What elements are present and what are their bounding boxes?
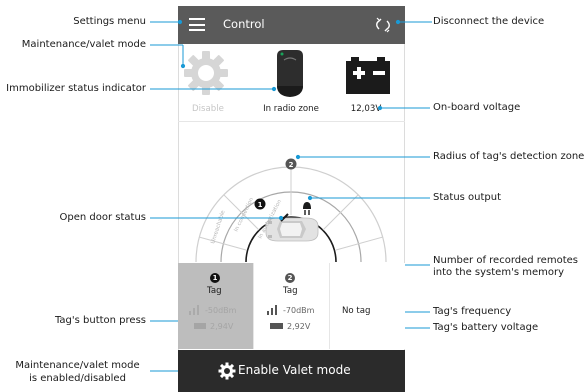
annotation-maintenance-mode: Maintenance/valet mode	[21, 39, 146, 50]
car-icon	[265, 217, 319, 242]
tag2-zone-marker: 2	[285, 158, 297, 170]
annotation-onboard-voltage: On-board voltage	[433, 102, 521, 113]
tag-label: No tag	[342, 306, 371, 316]
annotation-button-press: Tag's button press	[54, 315, 146, 326]
annotation-remotes-2: into the system's memory	[433, 267, 564, 278]
signal-icon	[267, 305, 277, 315]
tag-battery: 2,92V	[287, 322, 311, 331]
tag-number-badge: 2	[285, 273, 295, 283]
tag-cell-3[interactable]: No tag	[329, 263, 405, 349]
annotation-status-output: Status output	[433, 192, 502, 203]
svg-text:2: 2	[289, 161, 294, 169]
annotation-tag-frequency: Tag's frequency	[433, 306, 512, 317]
tag-cell-1[interactable]: 1 Tag -50dBm 2,94V	[178, 263, 253, 349]
tag1-zone-marker: 1	[254, 198, 266, 210]
annotation-valet-toggle-2: is enabled/disabled	[29, 373, 126, 384]
gear-icon	[218, 362, 236, 380]
signal-icon	[189, 305, 199, 315]
status-output-icon	[303, 202, 311, 215]
tag-frequency: -70dBm	[283, 306, 315, 315]
enable-valet-bar[interactable]: Enable Valet mode	[178, 350, 405, 392]
tag-cell-2[interactable]: 2 Tag -70dBm 2,92V	[253, 263, 329, 349]
annotation-settings-menu: Settings menu	[73, 16, 146, 27]
tag-number-badge: 1	[210, 273, 220, 283]
annotation-disconnect: Disconnect the device	[433, 16, 545, 27]
enable-valet-button-label: Enable Valet mode	[238, 363, 351, 377]
svg-text:1: 1	[258, 201, 263, 209]
tag-label: Tag	[207, 286, 222, 296]
tag-label: Tag	[283, 286, 298, 296]
tag-frequency: -50dBm	[205, 306, 237, 315]
tag-divider	[329, 263, 330, 349]
zone-label-connection: In connection	[233, 196, 255, 232]
annotation-remotes-1: Number of recorded remotes	[433, 255, 578, 266]
annotation-immobilizer: Immobilizer status indicator	[6, 83, 146, 94]
annotation-detection-radius: Radius of tag's detection zone	[433, 151, 585, 162]
battery-small-icon	[194, 323, 206, 329]
annotation-tag-battery: Tag's battery voltage	[433, 322, 539, 333]
tag-divider	[253, 263, 254, 349]
battery-small-icon	[270, 323, 283, 329]
tag-battery: 2,94V	[210, 322, 234, 331]
annotation-open-door: Open door status	[59, 212, 147, 223]
annotation-valet-toggle-1: Maintenance/valet mode	[15, 360, 140, 371]
